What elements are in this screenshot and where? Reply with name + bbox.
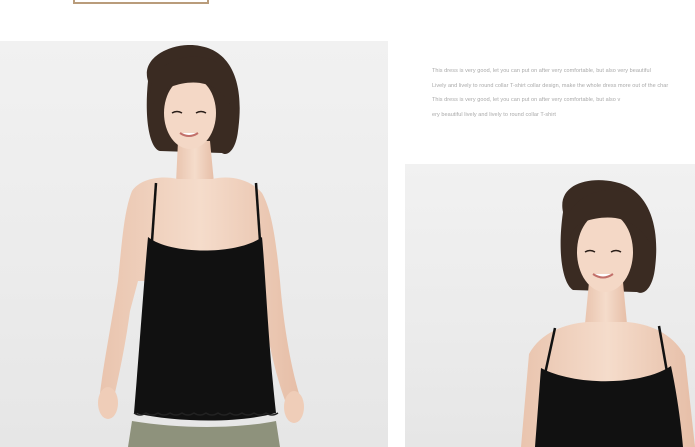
product-photo-secondary[interactable] xyxy=(405,164,695,447)
description-line-4: ery beautiful lively and lively to round… xyxy=(432,111,557,118)
top-frame-decoration xyxy=(73,0,209,4)
model-illustration-main xyxy=(98,45,304,447)
product-description: This dress is very good, let you can put… xyxy=(432,64,695,122)
model-illustration-secondary xyxy=(521,180,695,447)
description-line-1: This dress is very good, let you can put… xyxy=(432,68,651,74)
description-line-2: Lively and lively to round collar T-shir… xyxy=(432,82,669,89)
product-photo-main[interactable] xyxy=(0,41,388,447)
description-line-3: This dress is very good, let you can put… xyxy=(432,97,621,103)
